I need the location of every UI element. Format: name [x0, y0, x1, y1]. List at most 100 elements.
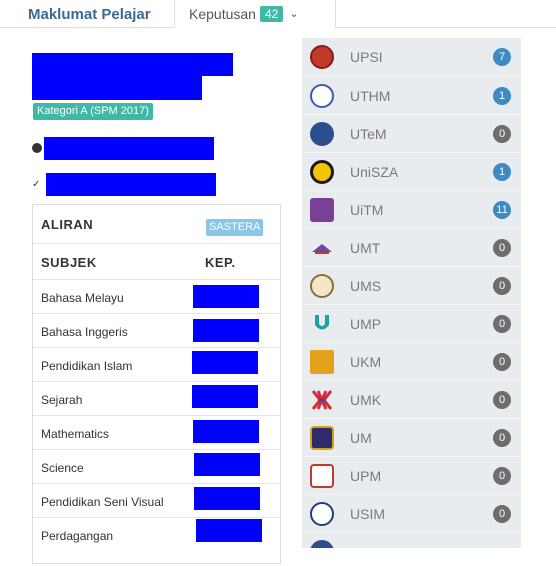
ukm-logo-icon: [310, 350, 334, 374]
ump-logo-icon: [310, 312, 334, 336]
university-item-um[interactable]: UM 0: [302, 418, 521, 457]
umk-logo-icon: [310, 388, 334, 412]
count-badge: 0: [493, 315, 511, 333]
redacted-name: [32, 53, 233, 76]
university-item-usim[interactable]: USIM 0: [302, 494, 521, 533]
university-name: UM: [350, 430, 372, 446]
redacted-twitter: [46, 173, 216, 196]
count-badge: 42: [259, 5, 284, 22]
redacted-grade: [193, 285, 259, 308]
um-logo-icon: [310, 426, 334, 450]
grade-header: KEP.: [205, 255, 236, 270]
university-name: UPSI: [350, 49, 383, 65]
university-name: UniSZA: [350, 164, 399, 180]
university-name: UiTM: [350, 202, 384, 218]
count-badge: 11: [493, 201, 511, 219]
university-name: UKM: [350, 354, 382, 370]
table-row: Bahasa Inggeris: [33, 313, 280, 348]
redacted-grade: [194, 453, 260, 476]
count-badge: 0: [493, 125, 511, 143]
subject-name: Science: [41, 461, 84, 475]
redacted-grade: [192, 351, 258, 374]
tab-label: Maklumat Pelajar: [28, 5, 151, 23]
university-item-umk[interactable]: UMK 0: [302, 380, 521, 419]
redacted-website: [44, 137, 214, 160]
utem-logo-icon: [310, 122, 334, 146]
university-name: UMT: [350, 240, 381, 256]
count-badge: 1: [493, 87, 511, 105]
university-item-partial[interactable]: [302, 532, 521, 548]
count-badge: 0: [493, 391, 511, 409]
university-item-upsi[interactable]: UPSI 7: [302, 38, 521, 76]
upsi-logo-icon: [310, 45, 334, 69]
chevron-down-icon[interactable]: ⌄: [289, 7, 298, 20]
university-name: UTeM: [350, 126, 387, 142]
subject-table: ALIRAN SASTERA SUBJEK KEP. Bahasa Melayu…: [32, 204, 281, 564]
subject-name: Bahasa Melayu: [41, 291, 124, 305]
university-item-uthm[interactable]: UTHM 1: [302, 76, 521, 115]
redacted-grade: [194, 487, 260, 510]
redacted-grade: [192, 385, 258, 408]
uthm-logo-icon: [310, 84, 334, 108]
uitm-logo-icon: [310, 198, 334, 222]
count-badge: 0: [493, 505, 511, 523]
redacted-grade: [193, 420, 259, 443]
university-name: UPM: [350, 468, 382, 484]
subject-name: Pendidikan Seni Visual: [41, 495, 164, 509]
table-row: Pendidikan Islam: [33, 347, 280, 382]
table-header-row: SUBJEK KEP.: [33, 243, 280, 280]
twitter-icon: ✓: [32, 179, 41, 190]
university-item-ukm[interactable]: UKM 0: [302, 342, 521, 381]
university-item-ums[interactable]: UMS 0: [302, 266, 521, 305]
university-name: UTHM: [350, 88, 391, 104]
redacted-grade: [196, 519, 262, 542]
university-item-umt[interactable]: UMT 0: [302, 228, 521, 267]
subject-name: Perdagangan: [41, 529, 114, 543]
stream-badge: SASTERA: [206, 219, 264, 236]
subject-name: Bahasa Inggeris: [41, 325, 128, 339]
university-name: USIM: [350, 506, 385, 522]
table-row: Bahasa Melayu: [33, 279, 280, 314]
table-row: Pendidikan Seni Visual: [33, 483, 280, 518]
university-name: UMS: [350, 278, 382, 294]
tab-bar: Maklumat Pelajar Keputusan 42 ⌄: [0, 0, 556, 28]
university-item-ump[interactable]: UMP 0: [302, 304, 521, 343]
count-badge: 0: [493, 239, 511, 257]
stream-row: ALIRAN SASTERA: [33, 205, 280, 243]
stream-label: ALIRAN: [41, 217, 94, 232]
count-badge: 0: [493, 353, 511, 371]
table-row: Mathematics: [33, 415, 280, 450]
tab-maklumat-pelajar[interactable]: Maklumat Pelajar: [28, 0, 151, 28]
globe-icon: [32, 143, 42, 153]
tab-label: Keputusan: [189, 5, 256, 22]
count-badge: 7: [493, 48, 511, 66]
university-item-utem[interactable]: UTeM 0: [302, 114, 521, 153]
count-badge: 0: [493, 467, 511, 485]
count-badge: 0: [493, 277, 511, 295]
subject-name: Pendidikan Islam: [41, 359, 133, 373]
category-badge: Kategori A (SPM 2017): [33, 103, 153, 120]
university-item-uitm[interactable]: UiTM 11: [302, 190, 521, 229]
redacted-name-line2: [32, 76, 202, 100]
count-badge: 0: [493, 429, 511, 447]
university-logo-icon: [310, 540, 334, 548]
count-badge: 1: [493, 163, 511, 181]
subject-name: Sejarah: [41, 393, 83, 407]
usim-logo-icon: [310, 502, 334, 526]
university-name: UMP: [350, 316, 382, 332]
unisza-logo-icon: [310, 160, 334, 184]
table-row: Perdagangan: [33, 517, 280, 566]
university-name: UMK: [350, 392, 382, 408]
table-row: Science: [33, 449, 280, 484]
subject-header: SUBJEK: [41, 255, 97, 270]
university-item-unisza[interactable]: UniSZA 1: [302, 152, 521, 191]
umt-logo-icon: [310, 236, 334, 260]
subject-name: Mathematics: [41, 427, 110, 441]
university-item-upm[interactable]: UPM 0: [302, 456, 521, 495]
table-row: Sejarah: [33, 381, 280, 416]
tab-keputusan[interactable]: Keputusan 42 ⌄: [174, 0, 336, 28]
university-list: UPSI 7 UTHM 1 UTeM 0 UniSZA 1 UiTM 11 UM…: [302, 38, 521, 548]
upm-logo-icon: [310, 464, 334, 488]
redacted-grade: [193, 319, 259, 342]
ums-logo-icon: [310, 274, 334, 298]
